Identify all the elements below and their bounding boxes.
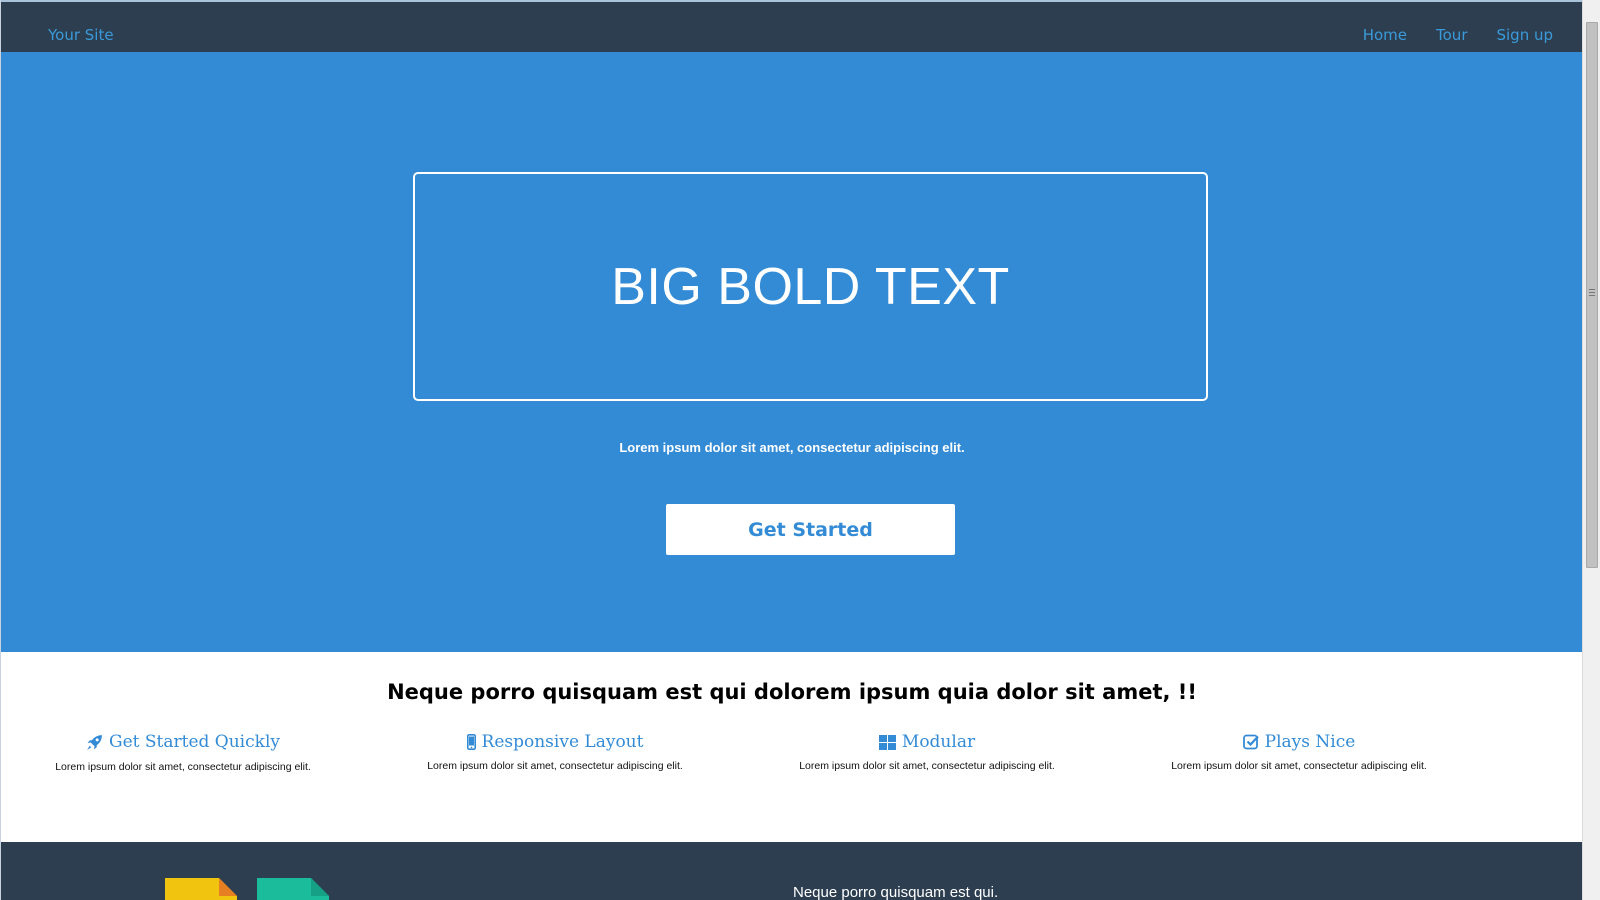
- feature-title-text: Modular: [901, 732, 976, 752]
- checkbox-icon: [1242, 734, 1259, 750]
- get-started-button[interactable]: Get Started: [666, 504, 955, 555]
- feature-title: Responsive Layout: [466, 732, 644, 752]
- hero-title-box: BIG BOLD TEXT: [413, 172, 1208, 401]
- top-navbar: Your Site Home Tour Sign up: [1, 0, 1582, 52]
- feature-title: Plays Nice: [1242, 732, 1356, 752]
- features-heading: Neque porro quisquam est qui dolorem ips…: [387, 680, 1197, 704]
- green-document-icon: [257, 878, 329, 900]
- nav-link-sign-up[interactable]: Sign up: [1496, 26, 1553, 44]
- mobile-icon: [466, 734, 476, 750]
- band-text: Neque porro quisquam est qui.: [793, 884, 999, 900]
- features-section: Neque porro quisquam est qui dolorem ips…: [1, 652, 1582, 842]
- feature-modular: Modular Lorem ipsum dolor sit amet, cons…: [737, 732, 1117, 772]
- vertical-scrollbar[interactable]: [1582, 0, 1600, 900]
- feature-text: Lorem ipsum dolor sit amet, consectetur …: [55, 760, 311, 773]
- yellow-document-icon: [165, 878, 237, 900]
- scrollbar-grip-icon: [1589, 289, 1595, 298]
- feature-plays-nice: Plays Nice Lorem ipsum dolor sit amet, c…: [1109, 732, 1489, 772]
- feature-text: Lorem ipsum dolor sit amet, consectetur …: [1171, 760, 1427, 772]
- feature-responsive-layout: Responsive Layout Lorem ipsum dolor sit …: [365, 732, 745, 772]
- feature-title: Get Started Quickly: [86, 732, 280, 752]
- feature-text: Lorem ipsum dolor sit amet, consectetur …: [427, 760, 683, 772]
- feature-title-text: Get Started Quickly: [109, 732, 280, 752]
- hero-title: BIG BOLD TEXT: [611, 257, 1010, 316]
- nav-link-tour[interactable]: Tour: [1436, 26, 1467, 44]
- rocket-icon: [86, 734, 103, 751]
- nav-links: Home Tour Sign up: [1363, 26, 1553, 44]
- hero-section: BIG BOLD TEXT Lorem ipsum dolor sit amet…: [1, 52, 1582, 652]
- feature-title-text: Responsive Layout: [481, 732, 644, 752]
- footer-band: Neque porro quisquam est qui.: [1, 842, 1582, 900]
- site-brand-link[interactable]: Your Site: [48, 26, 114, 44]
- hero-subtitle: Lorem ipsum dolor sit amet, consectetur …: [619, 440, 965, 455]
- scrollbar-thumb[interactable]: [1586, 22, 1598, 568]
- feature-title-text: Plays Nice: [1264, 732, 1356, 752]
- feature-get-started-quickly: Get Started Quickly Lorem ipsum dolor si…: [1, 732, 373, 773]
- feature-text: Lorem ipsum dolor sit amet, consectetur …: [799, 759, 1055, 772]
- page: Your Site Home Tour Sign up BIG BOLD TEX…: [0, 0, 1582, 900]
- feature-title: Modular: [878, 732, 976, 752]
- nav-link-home[interactable]: Home: [1363, 26, 1407, 44]
- grid-icon: [878, 734, 896, 750]
